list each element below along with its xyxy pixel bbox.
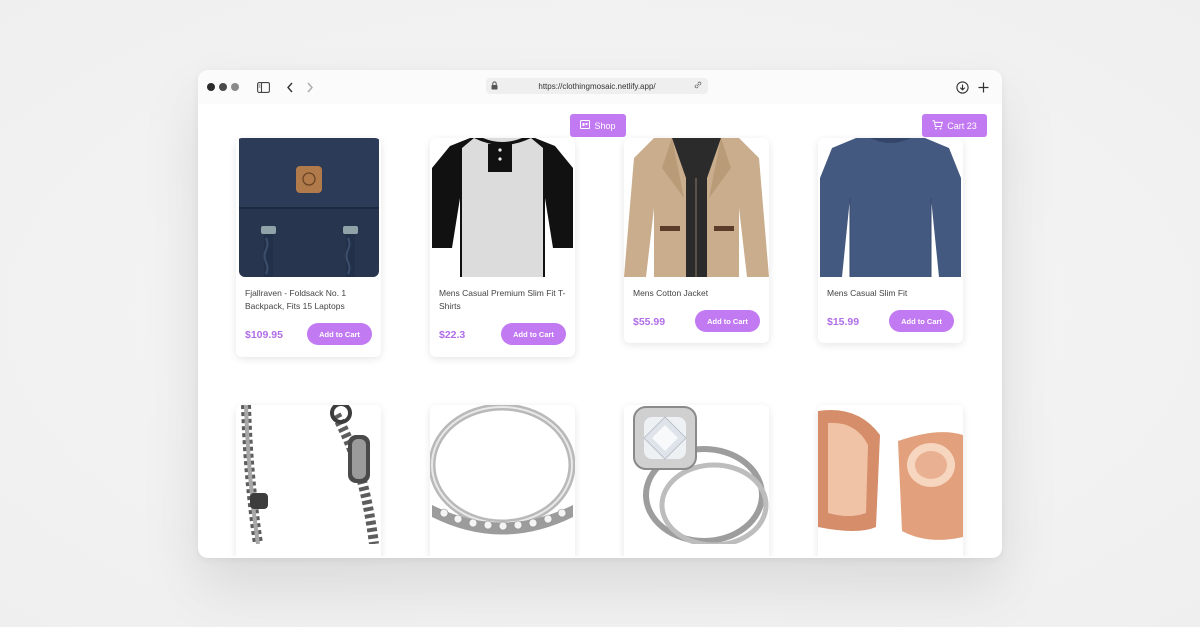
- product-price: $55.99: [633, 316, 666, 328]
- browser-window: https://clothingmosaic.netlify.app/ Shop…: [198, 70, 1002, 558]
- add-to-cart-button[interactable]: Add to Cart: [307, 323, 372, 345]
- store-icon: [580, 120, 591, 131]
- sidebar-toggle-icon[interactable]: [255, 79, 271, 95]
- product-image-jacket[interactable]: [624, 138, 769, 277]
- product-image-bracelet[interactable]: [236, 405, 381, 544]
- product-card[interactable]: Fjallraven - Foldsack No. 1 Backpack, Fi…: [236, 138, 381, 357]
- product-title[interactable]: Mens Casual Premium Slim Fit T-Shirts: [439, 287, 569, 313]
- add-to-cart-button[interactable]: Add to Cart: [695, 310, 760, 332]
- minimize-window-dot[interactable]: [219, 83, 227, 91]
- product-image-plugs[interactable]: [818, 405, 963, 544]
- product-title[interactable]: Mens Cotton Jacket: [633, 287, 763, 300]
- page-viewport: Shop Cart 23 Fjallraven - Foldsack No. 1…: [200, 104, 1000, 556]
- product-image-tshirt[interactable]: [430, 138, 575, 277]
- new-tab-plus-icon[interactable]: [975, 79, 991, 95]
- link-icon[interactable]: [694, 81, 702, 91]
- product-card[interactable]: [236, 405, 381, 556]
- zoom-window-dot[interactable]: [231, 83, 239, 91]
- product-card[interactable]: [624, 405, 769, 556]
- product-title[interactable]: Fjallraven - Foldsack No. 1 Backpack, Fi…: [245, 287, 375, 313]
- add-to-cart-button[interactable]: Add to Cart: [889, 310, 954, 332]
- product-card[interactable]: [818, 405, 963, 556]
- download-icon[interactable]: [954, 79, 970, 95]
- product-price: $109.95: [245, 329, 283, 341]
- add-to-cart-button[interactable]: Add to Cart: [501, 323, 566, 345]
- close-window-dot[interactable]: [207, 83, 215, 91]
- product-image-backpack[interactable]: [236, 138, 381, 277]
- lock-icon: [491, 81, 498, 92]
- product-card[interactable]: Mens Casual Slim Fit $15.99 Add to Cart: [818, 138, 963, 343]
- shop-label: Shop: [594, 120, 616, 131]
- product-card[interactable]: [430, 405, 575, 556]
- product-image-ring-band[interactable]: [430, 405, 575, 544]
- product-image-diamond-ring[interactable]: [624, 405, 769, 544]
- back-arrow-icon[interactable]: [282, 79, 298, 95]
- product-card[interactable]: Mens Cotton Jacket $55.99 Add to Cart: [624, 138, 769, 343]
- url-text: https://clothingmosaic.netlify.app/: [538, 81, 656, 91]
- product-image-longsleeve[interactable]: [818, 138, 963, 277]
- cart-icon: [932, 119, 944, 132]
- browser-toolbar: https://clothingmosaic.netlify.app/: [198, 70, 1002, 104]
- product-price: $15.99: [827, 316, 860, 328]
- product-card[interactable]: Mens Casual Premium Slim Fit T-Shirts $2…: [430, 138, 575, 357]
- product-title[interactable]: Mens Casual Slim Fit: [827, 287, 957, 300]
- forward-arrow-icon[interactable]: [302, 79, 318, 95]
- cart-label: Cart 23: [947, 120, 977, 131]
- product-price: $22.3: [439, 329, 466, 341]
- cart-button[interactable]: Cart 23: [922, 114, 987, 137]
- address-bar[interactable]: https://clothingmosaic.netlify.app/: [486, 78, 708, 94]
- shop-button[interactable]: Shop: [570, 114, 626, 137]
